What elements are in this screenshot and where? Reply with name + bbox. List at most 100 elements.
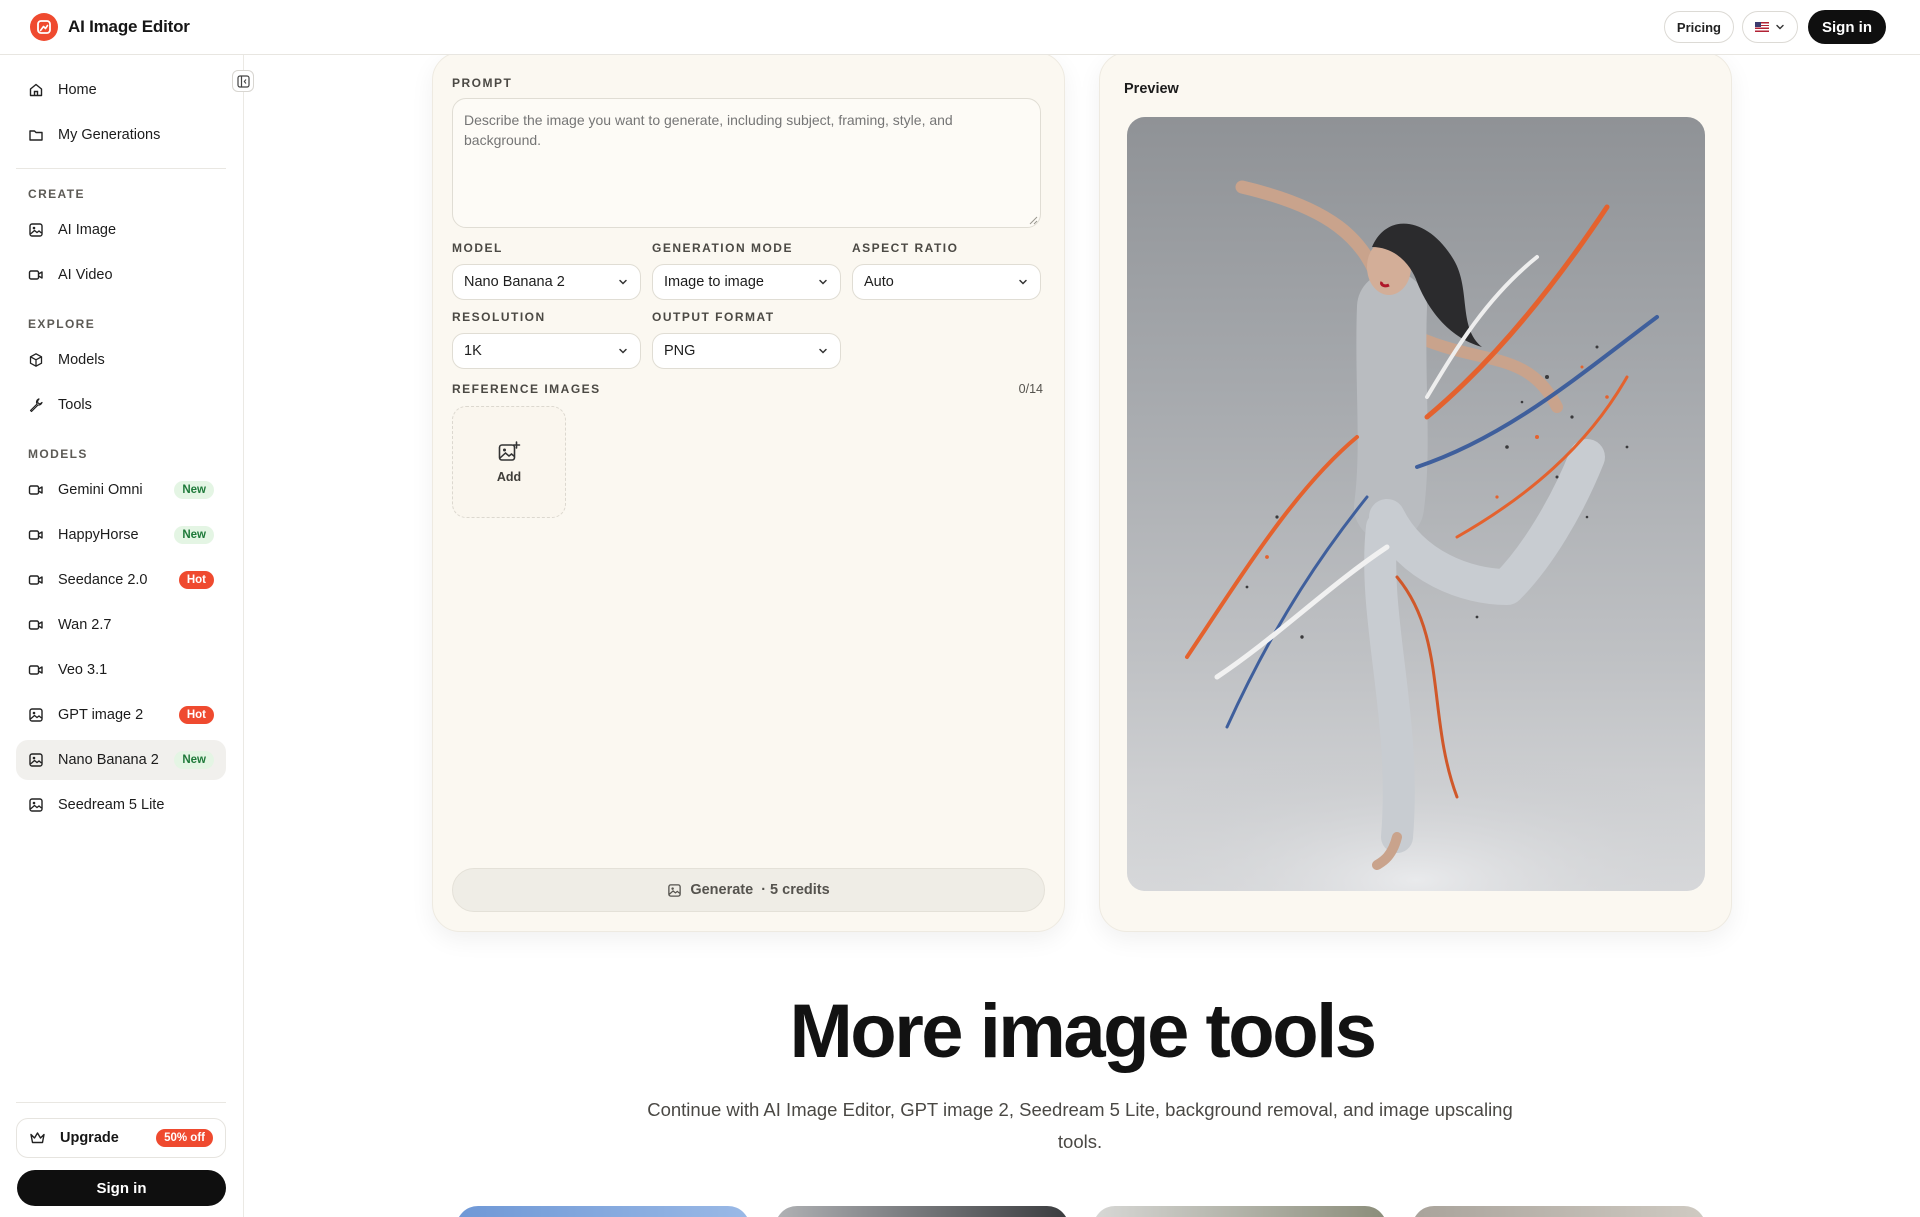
- prompt-input[interactable]: [452, 98, 1041, 228]
- brand[interactable]: AI Image Editor: [30, 13, 190, 41]
- generation-mode-label: GENERATION MODE: [652, 241, 793, 255]
- chevron-down-icon: [819, 348, 827, 354]
- resolution-value: 1K: [464, 343, 482, 359]
- aspect-ratio-select[interactable]: Auto: [852, 264, 1041, 300]
- video-icon: [28, 530, 43, 540]
- chevron-down-icon: [619, 348, 627, 354]
- chevron-down-icon: [819, 279, 827, 285]
- sidebar-item-nano-banana[interactable]: Nano Banana 2 New: [16, 740, 226, 780]
- reference-images-label: REFERENCE IMAGES: [452, 382, 601, 396]
- sidebar-item-veo[interactable]: Veo 3.1: [16, 650, 226, 690]
- crown-icon: [30, 1132, 45, 1144]
- sidebar-item-label: Seedream 5 Lite: [58, 797, 165, 813]
- sidebar-item-models[interactable]: Models: [16, 340, 226, 380]
- tool-card-thumbnail[interactable]: [1412, 1206, 1706, 1217]
- video-icon: [28, 665, 43, 675]
- sidebar-divider: [16, 168, 226, 169]
- video-icon: [28, 270, 43, 280]
- sidebar-item-label: Tools: [58, 397, 92, 413]
- wrench-icon: [29, 398, 43, 413]
- sidebar-item-seedance[interactable]: Seedance 2.0 Hot: [16, 560, 226, 600]
- add-reference-image-button[interactable]: Add: [452, 406, 566, 518]
- upgrade-label: Upgrade: [60, 1130, 119, 1146]
- collapse-sidebar-button[interactable]: [232, 70, 254, 92]
- generate-label: Generate: [690, 882, 754, 898]
- discount-badge: 50% off: [156, 1129, 213, 1147]
- brand-logo-icon: [30, 13, 58, 41]
- chevron-down-icon: [1019, 279, 1027, 285]
- model-select[interactable]: Nano Banana 2: [452, 264, 641, 300]
- generate-button[interactable]: Generate · 5 credits: [452, 868, 1045, 912]
- sidebar-item-home[interactable]: Home: [16, 70, 226, 110]
- preview-panel: Preview: [1099, 52, 1732, 932]
- image-icon: [668, 883, 682, 897]
- section-title-create: CREATE: [28, 187, 85, 201]
- sidebar-item-tools[interactable]: Tools: [16, 385, 226, 425]
- sidebar-item-label: GPT image 2: [58, 707, 144, 723]
- output-format-select[interactable]: PNG: [652, 333, 841, 369]
- sidebar-item-happyhorse[interactable]: HappyHorse New: [16, 515, 226, 555]
- dancer-illustration: [1127, 180, 1705, 891]
- top-actions: Pricing Sign in: [1663, 10, 1886, 44]
- pricing-button[interactable]: Pricing: [1663, 11, 1734, 43]
- hot-badge: Hot: [178, 706, 214, 724]
- model-label: MODEL: [452, 241, 503, 255]
- generation-mode-value: Image to image: [664, 274, 764, 290]
- tool-card-thumbnail[interactable]: [775, 1206, 1069, 1217]
- generation-form-panel: PROMPT MODEL Nano Banana 2 GENERATION MO…: [432, 52, 1065, 932]
- home-icon: [29, 83, 43, 97]
- sign-in-button[interactable]: Sign in: [1808, 10, 1886, 44]
- generate-credits: · 5 credits: [761, 882, 830, 898]
- add-label: Add: [496, 470, 522, 484]
- sidebar-item-ai-video[interactable]: AI Video: [16, 255, 226, 295]
- sidebar: Home My Generations CREATE AI Image AI V…: [0, 55, 254, 1217]
- app-root: AI Image Editor Pricing Sign in Home My …: [0, 0, 1920, 1217]
- sidebar-item-label: Models: [58, 352, 105, 368]
- aspect-ratio-label: ASPECT RATIO: [852, 241, 959, 255]
- sidebar-divider: [16, 1102, 226, 1103]
- image-icon: [29, 798, 43, 812]
- tool-card-thumbnail[interactable]: [1093, 1206, 1387, 1217]
- sidebar-item-label: Nano Banana 2: [58, 752, 159, 768]
- prompt-label: PROMPT: [452, 76, 513, 90]
- language-selector[interactable]: [1742, 11, 1798, 43]
- us-flag-icon: [1755, 22, 1769, 32]
- sidebar-item-wan[interactable]: Wan 2.7: [16, 605, 226, 645]
- sidebar-item-gemini-omni[interactable]: Gemini Omni New: [16, 470, 226, 510]
- video-icon: [28, 620, 43, 630]
- sidebar-item-label: Gemini Omni: [58, 482, 143, 498]
- sidebar-item-label: Veo 3.1: [58, 662, 108, 678]
- sidebar-toggle-icon: [236, 74, 250, 88]
- upgrade-button[interactable]: Upgrade 50% off: [16, 1118, 226, 1158]
- section-title-explore: EXPLORE: [28, 317, 96, 331]
- resolution-select[interactable]: 1K: [452, 333, 641, 369]
- section-title-models: MODELS: [28, 447, 88, 461]
- section-headline: More image tools: [789, 989, 1378, 1074]
- chevron-down-icon: [1776, 24, 1784, 30]
- new-badge: New: [174, 751, 214, 769]
- top-bar: AI Image Editor Pricing Sign in: [0, 0, 1920, 55]
- sidebar-sign-in-button[interactable]: Sign in: [17, 1170, 226, 1206]
- preview-image: [1127, 117, 1705, 891]
- add-image-icon: [498, 441, 521, 461]
- video-icon: [28, 485, 43, 495]
- preview-title: Preview: [1124, 81, 1179, 97]
- new-badge: New: [174, 526, 214, 544]
- generation-mode-select[interactable]: Image to image: [652, 264, 841, 300]
- sidebar-item-gpt-image[interactable]: GPT image 2 Hot: [16, 695, 226, 735]
- sidebar-item-seedream[interactable]: Seedream 5 Lite: [16, 785, 226, 825]
- resolution-label: RESOLUTION: [452, 310, 546, 324]
- video-icon: [28, 575, 43, 585]
- tool-card-thumbnail[interactable]: [456, 1206, 750, 1217]
- sidebar-item-label: Seedance 2.0: [58, 572, 148, 588]
- sidebar-item-label: AI Image: [58, 222, 117, 238]
- sidebar-item-ai-image[interactable]: AI Image: [16, 210, 226, 250]
- folder-icon: [29, 130, 43, 141]
- sidebar-item-my-generations[interactable]: My Generations: [16, 115, 226, 155]
- resize-handle-icon[interactable]: [1029, 216, 1038, 225]
- sidebar-item-label: AI Video: [58, 267, 113, 283]
- section-subline: Continue with AI Image Editor, GPT image…: [647, 1099, 1513, 1152]
- image-icon: [29, 708, 43, 722]
- image-icon: [29, 753, 43, 767]
- chevron-down-icon: [619, 279, 627, 285]
